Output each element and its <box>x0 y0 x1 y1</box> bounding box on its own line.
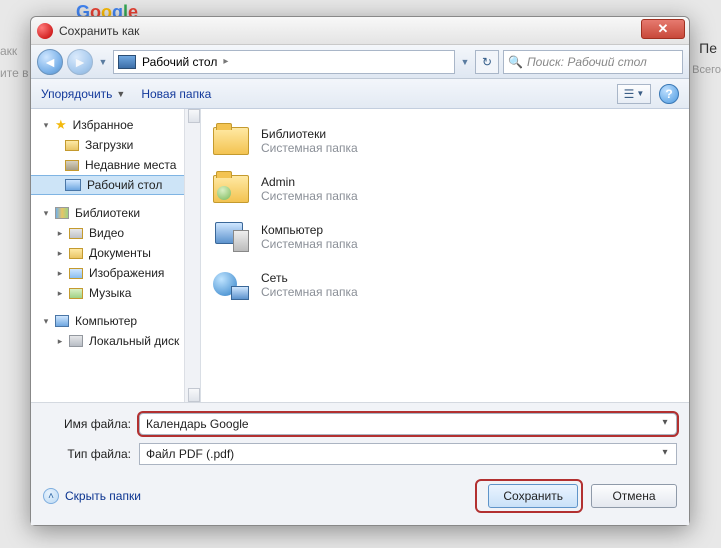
sidebar-item-downloads[interactable]: Загрузки <box>31 135 200 155</box>
chevron-up-icon: ˄ <box>43 488 59 504</box>
breadcrumb-location: Рабочий стол <box>142 55 217 69</box>
network-icon <box>213 270 249 300</box>
computer-icon <box>213 222 249 252</box>
close-button[interactable]: ✕ <box>641 19 685 39</box>
back-button[interactable]: ◄ <box>37 49 63 75</box>
list-item[interactable]: СетьСистемная папка <box>211 261 679 309</box>
search-icon: 🔍 <box>508 55 523 69</box>
breadcrumb-dropdown[interactable]: ▼ <box>459 51 471 73</box>
bg-text: Всего <box>692 64 721 76</box>
breadcrumb[interactable]: Рабочий стол ▸ <box>113 50 455 74</box>
sidebar-item-favorites[interactable]: ▾★Избранное <box>31 115 200 135</box>
sidebar-item-local-disk[interactable]: ▸Локальный диск <box>31 331 200 351</box>
filename-input[interactable]: Календарь Google ▾ <box>139 413 677 435</box>
save-button[interactable]: Сохранить <box>488 484 578 508</box>
filetype-label: Тип файла: <box>43 447 131 461</box>
sidebar-item-libraries[interactable]: ▾Библиотеки <box>31 203 200 223</box>
sidebar-item-computer[interactable]: ▾Компьютер <box>31 311 200 331</box>
opera-icon <box>37 23 53 39</box>
filetype-select[interactable]: Файл PDF (.pdf) ▾ <box>139 443 677 465</box>
history-dropdown[interactable]: ▼ <box>97 51 109 73</box>
chevron-down-icon[interactable]: ▾ <box>658 417 672 431</box>
filename-label: Имя файла: <box>43 417 131 431</box>
titlebar: Сохранить как ✕ <box>31 17 689 45</box>
file-list[interactable]: БиблиотекиСистемная папка AdminСистемная… <box>201 109 689 402</box>
desktop-icon <box>118 55 136 69</box>
user-folder-icon <box>213 175 249 203</box>
cancel-button[interactable]: Отмена <box>591 484 677 508</box>
sidebar-item-music[interactable]: ▸Музыка <box>31 283 200 303</box>
chevron-right-icon: ▸ <box>223 56 228 67</box>
toolbar: Упорядочить▼ Новая папка ☰▼ ? <box>31 79 689 109</box>
list-item[interactable]: КомпьютерСистемная папка <box>211 213 679 261</box>
save-as-dialog: Сохранить как ✕ ◄ ► ▼ Рабочий стол ▸ ▼ ↻… <box>30 16 690 526</box>
forward-button[interactable]: ► <box>67 49 93 75</box>
sidebar: ▾★Избранное Загрузки Недавние места Рабо… <box>31 109 201 402</box>
bg-text: Пе <box>699 40 717 56</box>
bottom-panel: Имя файла: Календарь Google ▾ Тип файла:… <box>31 402 689 525</box>
search-placeholder: Поиск: Рабочий стол <box>527 55 647 69</box>
chevron-down-icon[interactable]: ▾ <box>658 447 672 461</box>
help-button[interactable]: ? <box>659 84 679 104</box>
sidebar-item-video[interactable]: ▸Видео <box>31 223 200 243</box>
hide-folders-link[interactable]: ˄ Скрыть папки <box>43 488 141 504</box>
sidebar-item-recent[interactable]: Недавние места <box>31 155 200 175</box>
organize-button[interactable]: Упорядочить▼ <box>41 87 125 101</box>
nav-bar: ◄ ► ▼ Рабочий стол ▸ ▼ ↻ 🔍 Поиск: Рабочи… <box>31 45 689 79</box>
search-input[interactable]: 🔍 Поиск: Рабочий стол <box>503 50 683 74</box>
dialog-title: Сохранить как <box>59 24 139 38</box>
view-button[interactable]: ☰▼ <box>617 84 651 104</box>
refresh-button[interactable]: ↻ <box>475 50 499 74</box>
bg-text: ите в <box>0 66 28 80</box>
sidebar-item-documents[interactable]: ▸Документы <box>31 243 200 263</box>
sidebar-item-desktop[interactable]: Рабочий стол <box>31 175 200 195</box>
bg-text: акк <box>0 44 17 58</box>
list-item[interactable]: БиблиотекиСистемная папка <box>211 117 679 165</box>
folder-icon <box>213 127 249 155</box>
sidebar-item-pictures[interactable]: ▸Изображения <box>31 263 200 283</box>
sidebar-scrollbar[interactable] <box>184 109 200 402</box>
list-item[interactable]: AdminСистемная папка <box>211 165 679 213</box>
new-folder-button[interactable]: Новая папка <box>141 87 211 101</box>
